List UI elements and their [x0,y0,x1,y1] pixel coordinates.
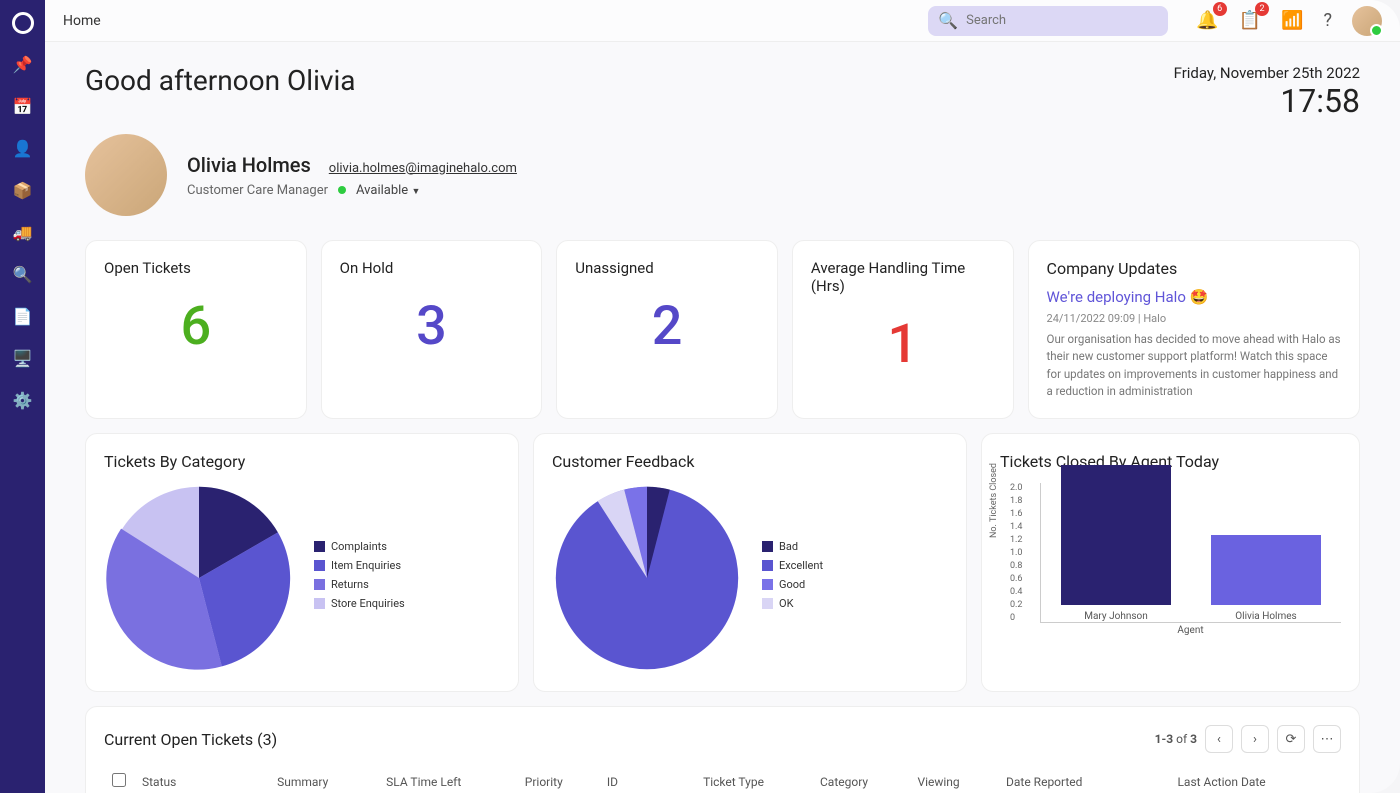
chart-tickets-closed: Tickets Closed By Agent Today No. Ticket… [981,433,1360,692]
clipboard-icon[interactable]: 📋2 [1239,10,1261,31]
profile-photo [85,134,167,216]
sidebar: 📌 📅 👤 📦 🚚 🔍 📄 🖥️ ⚙️ [0,0,45,793]
legend-feedback: Bad Excellent Good OK [762,540,823,616]
stat-on-hold[interactable]: On Hold 3 [321,240,543,419]
search-icon: 🔍 [938,11,958,30]
refresh-button[interactable]: ⟳ [1277,725,1305,753]
rss-icon[interactable]: 📶 [1281,10,1303,31]
current-date: Friday, November 25th 2022 [1174,64,1360,82]
next-page-button[interactable]: › [1241,725,1269,753]
avatar[interactable] [1352,6,1382,36]
profile-email[interactable]: olivia.holmes@imaginehalo.com [329,161,517,176]
user-icon[interactable]: 👤 [11,136,35,160]
box-icon[interactable]: 📦 [11,178,35,202]
topbar: Home 🔍 🔔6 📋2 📶 ? [45,0,1400,42]
prev-page-button[interactable]: ‹ [1205,725,1233,753]
bell-icon[interactable]: 🔔6 [1196,10,1218,31]
tickets-table: Status Summary SLA Time Left Priority ID… [104,763,1341,793]
updates-headline[interactable]: We're deploying Halo 🤩 [1047,288,1341,306]
home-link[interactable]: Home [63,13,101,29]
bell-badge: 6 [1213,2,1227,16]
stat-avg-handling[interactable]: Average Handling Time (Hrs) 1 [792,240,1014,419]
gear-icon[interactable]: ⚙️ [11,388,35,412]
chart-tickets-by-category: Tickets By Category Complaints Item Enqu… [85,433,519,692]
search-box[interactable]: 🔍 [928,6,1168,36]
clipboard-badge: 2 [1255,2,1269,16]
tickets-card: Current Open Tickets (3) 1-3 of 3 ‹ › ⟳ … [85,706,1360,793]
main-area: Home 🔍 🔔6 📋2 📶 ? Good afternoon Olivia F… [45,0,1400,793]
stat-unassigned[interactable]: Unassigned 2 [556,240,778,419]
company-updates-card: Company Updates We're deploying Halo 🤩 2… [1028,240,1360,419]
bar-mary [1061,465,1171,605]
search-input[interactable] [966,13,1158,28]
profile-role: Customer Care Manager [187,183,328,198]
legend-category: Complaints Item Enquiries Returns Store … [314,540,405,616]
chart-customer-feedback: Customer Feedback Bad Excellent Good OK [533,433,967,692]
select-all-checkbox[interactable] [112,773,126,787]
calendar-icon[interactable]: 📅 [11,94,35,118]
pie-category [104,483,294,673]
tickets-title: Current Open Tickets (3) [104,730,277,749]
pie-feedback [552,483,742,673]
updates-body: Our organisation has decided to move ahe… [1047,331,1341,400]
more-button[interactable]: ⋯ [1313,725,1341,753]
profile-block: Olivia Holmes olivia.holmes@imaginehalo.… [85,134,1360,216]
pin-icon[interactable]: 📌 [11,52,35,76]
status-dot-icon [338,186,346,194]
help-icon[interactable]: ? [1323,10,1332,31]
page-title: Good afternoon Olivia [85,64,356,97]
monitor-icon[interactable]: 🖥️ [11,346,35,370]
search-icon[interactable]: 🔍 [11,262,35,286]
chevron-down-icon: ▼ [411,187,420,197]
logo-icon [12,12,34,34]
profile-name: Olivia Holmes [187,153,311,177]
profile-status[interactable]: Available ▼ [356,183,420,198]
content-scroll[interactable]: Good afternoon Olivia Friday, November 2… [45,42,1400,793]
updates-title: Company Updates [1047,259,1341,278]
stat-open-tickets[interactable]: Open Tickets 6 [85,240,307,419]
y-ticks: 00.20.40.60.81.01.21.41.61.82.0 [1010,483,1023,623]
document-icon[interactable]: 📄 [11,304,35,328]
bar-olivia [1211,535,1321,605]
truck-icon[interactable]: 🚚 [11,220,35,244]
current-time: 17:58 [1174,82,1360,120]
updates-meta: 24/11/2022 09:09 | Halo [1047,312,1341,325]
